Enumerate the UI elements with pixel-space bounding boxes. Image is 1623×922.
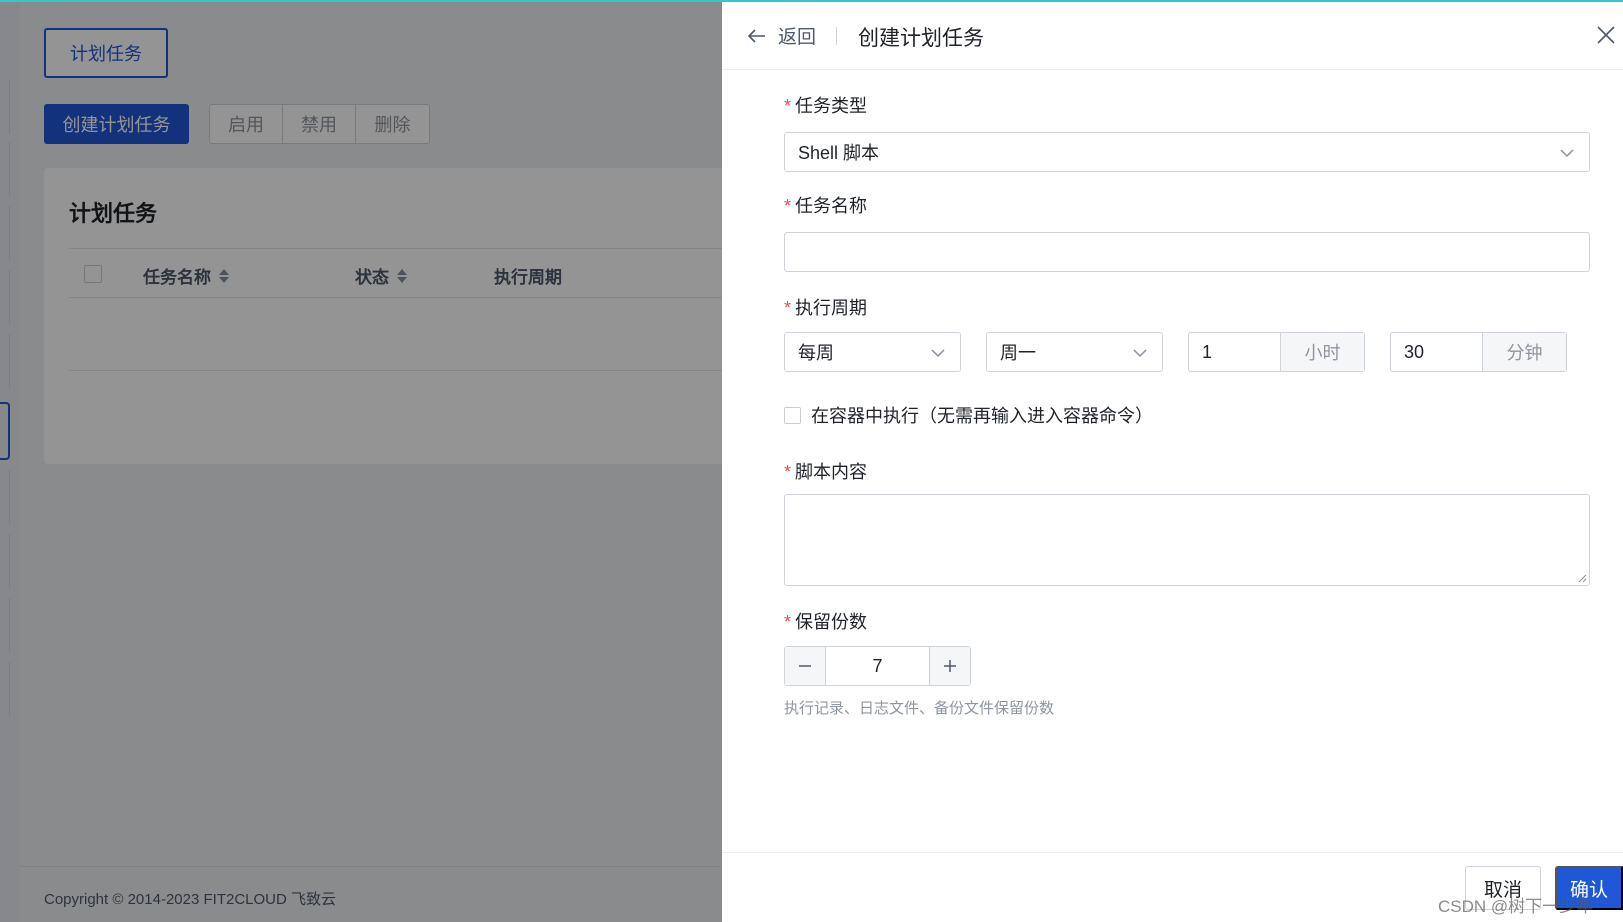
script-textarea[interactable] [784, 494, 1590, 586]
required-mark: * [784, 196, 792, 216]
watermark: CSDN @树下一少年 [1438, 897, 1594, 916]
required-mark: * [784, 462, 792, 482]
minute-input[interactable]: 30 [1391, 333, 1482, 371]
decrement-button[interactable] [785, 647, 826, 685]
selected-value: 每周 [798, 343, 834, 363]
in-container-option[interactable]: 在容器中执行（无需再输入进入容器命令） [784, 402, 1153, 428]
retain-label: * 保留份数 [784, 612, 868, 632]
weekday-select[interactable]: 周一 [986, 332, 1163, 372]
frequency-select[interactable]: 每周 [784, 332, 961, 372]
drawer-title: 创建计划任务 [858, 27, 984, 50]
selected-value: Shell 脚本 [798, 143, 880, 163]
plus-icon [944, 660, 956, 672]
chevron-down-icon [1133, 349, 1147, 358]
top-accent-line [0, 0, 1623, 2]
hour-unit: 小时 [1280, 333, 1364, 371]
retain-stepper: 7 [784, 646, 971, 686]
task-type-select[interactable]: Shell 脚本 [784, 132, 1590, 172]
task-type-label: * 任务类型 [784, 96, 868, 116]
required-mark: * [784, 298, 792, 318]
resize-grip-icon[interactable] [1577, 573, 1587, 583]
modal-overlay[interactable] [0, 0, 722, 922]
minus-icon [799, 665, 811, 667]
in-container-label: 在容器中执行（无需再输入进入容器命令） [811, 406, 1153, 426]
chevron-down-icon [1560, 149, 1574, 158]
back-button[interactable]: 返回 [748, 22, 816, 49]
script-label: * 脚本内容 [784, 462, 868, 482]
minute-input-group: 30 分钟 [1390, 332, 1567, 372]
hour-input[interactable]: 1 [1189, 333, 1280, 371]
hour-input-group: 1 小时 [1188, 332, 1365, 372]
header-divider [836, 27, 837, 45]
required-mark: * [784, 96, 792, 116]
required-mark: * [784, 612, 792, 632]
task-name-label: * 任务名称 [784, 196, 868, 216]
chevron-down-icon [931, 349, 945, 358]
back-label: 返回 [778, 27, 817, 48]
minute-unit: 分钟 [1482, 333, 1566, 371]
drawer-header: 返回 创建计划任务 [722, 0, 1623, 70]
create-task-drawer: 返回 创建计划任务 * 任务类型 Shell 脚本 * 任务名称 * 执行周期 每周 … [722, 0, 1623, 922]
retain-value[interactable]: 7 [826, 647, 929, 685]
arrow-left-icon [748, 28, 765, 43]
task-name-input[interactable] [784, 232, 1590, 272]
drawer-footer-divider [722, 852, 1623, 853]
retain-help-text: 执行记录、日志文件、备份文件保留份数 [784, 700, 1055, 717]
increment-button[interactable] [929, 647, 970, 685]
selected-value: 周一 [1000, 343, 1036, 363]
close-icon[interactable] [1597, 26, 1615, 44]
in-container-checkbox[interactable] [784, 406, 801, 424]
cycle-label: * 执行周期 [784, 298, 868, 318]
